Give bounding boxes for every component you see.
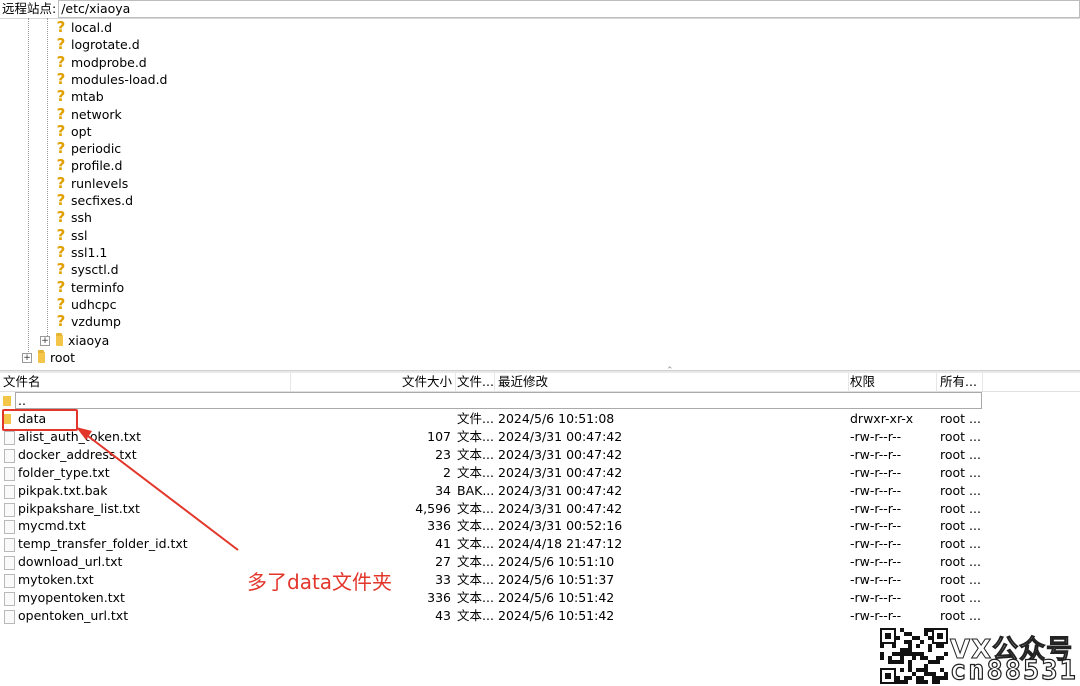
qr-code-icon bbox=[880, 628, 948, 684]
annotation-arrow bbox=[76, 427, 239, 551]
watermark-id: cn88531 bbox=[949, 654, 1078, 686]
annotation-text: 多了data文件夹 bbox=[247, 570, 393, 594]
